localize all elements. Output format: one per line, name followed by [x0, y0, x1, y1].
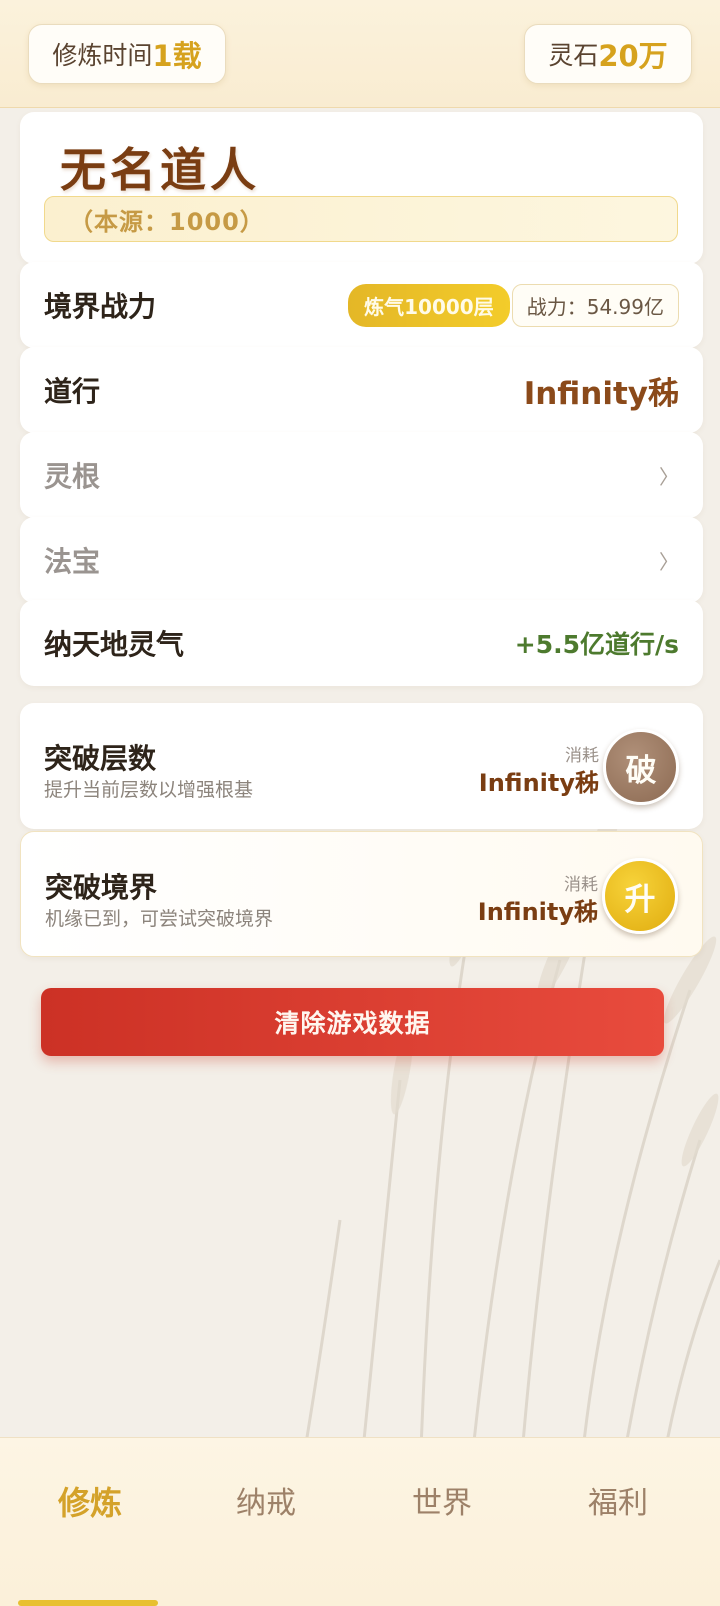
- character-name: 无名道人: [60, 143, 260, 197]
- cost-value: Infinity秭: [477, 898, 598, 926]
- chevron-right-icon: 〉: [659, 464, 679, 489]
- breakthrough-realm-card: 突破境界 机缘已到，可尝试突破境界 消耗 Infinity秭 升: [20, 831, 703, 957]
- breakthrough-layer-title: 突破层数: [44, 742, 157, 775]
- breakthrough-layer-button[interactable]: 破: [603, 729, 679, 805]
- cost-value: Infinity秭: [478, 769, 599, 797]
- bottom-nav: 修炼 纳戒 世界 福利: [0, 1437, 720, 1606]
- spirit-stone-label: 灵石: [548, 41, 599, 70]
- realm-power-row: 境界战力 炼气10000层 战力：54.99亿: [20, 262, 703, 348]
- nav-tab-world[interactable]: 世界: [352, 1478, 532, 1522]
- breakthrough-realm-desc: 机缘已到，可尝试突破境界: [45, 908, 274, 930]
- absorb-qi-label: 纳天地灵气: [44, 628, 185, 661]
- absorb-qi-row: 纳天地灵气 +5.5亿道行/s: [20, 600, 703, 686]
- fabao-row[interactable]: 法宝 〉: [20, 517, 703, 603]
- spirit-stone-value: 20万: [598, 39, 668, 73]
- cultivation-time-chip: 修炼时间 1载: [28, 24, 226, 84]
- realm-badge: 炼气10000层: [348, 283, 510, 327]
- nav-tab-cultivate[interactable]: 修炼: [0, 1478, 180, 1524]
- realm-badges: 炼气10000层 战力：54.99亿: [348, 283, 679, 327]
- realm-power-label: 境界战力: [44, 290, 157, 323]
- absorb-qi-rate: +5.5亿道行/s: [514, 630, 679, 659]
- breakthrough-realm-button[interactable]: 升: [602, 858, 678, 934]
- top-bar: 修炼时间 1载 灵石 20万: [0, 0, 720, 108]
- cultivation-time-label: 修炼时间: [52, 41, 153, 70]
- daoxing-row: 道行 Infinity秭: [20, 347, 703, 433]
- origin-value: （本源：1000）: [44, 196, 678, 242]
- spirit-stone-chip: 灵石 20万: [524, 24, 692, 84]
- nav-tab-ring[interactable]: 纳戒: [176, 1478, 356, 1522]
- breakthrough-layer-desc: 提升当前层数以增强根基: [44, 779, 254, 801]
- active-tab-indicator: [18, 1600, 158, 1606]
- linggen-row[interactable]: 灵根 〉: [20, 432, 703, 518]
- character-card: 无名道人 （本源：1000）: [20, 112, 703, 264]
- nav-tab-welfare[interactable]: 福利: [528, 1478, 708, 1522]
- breakthrough-layer-card: 突破层数 提升当前层数以增强根基 消耗 Infinity秭 破: [20, 703, 703, 829]
- cultivation-time-value: 1载: [152, 39, 202, 73]
- fabao-label: 法宝: [44, 545, 101, 578]
- power-badge: 战力：54.99亿: [511, 283, 679, 327]
- daoxing-value: Infinity秭: [523, 375, 679, 412]
- linggen-label: 灵根: [44, 460, 101, 493]
- chevron-right-icon: 〉: [659, 549, 679, 574]
- clear-game-data-button[interactable]: 清除游戏数据: [41, 988, 664, 1056]
- daoxing-label: 道行: [44, 375, 101, 408]
- breakthrough-realm-title: 突破境界: [45, 871, 158, 904]
